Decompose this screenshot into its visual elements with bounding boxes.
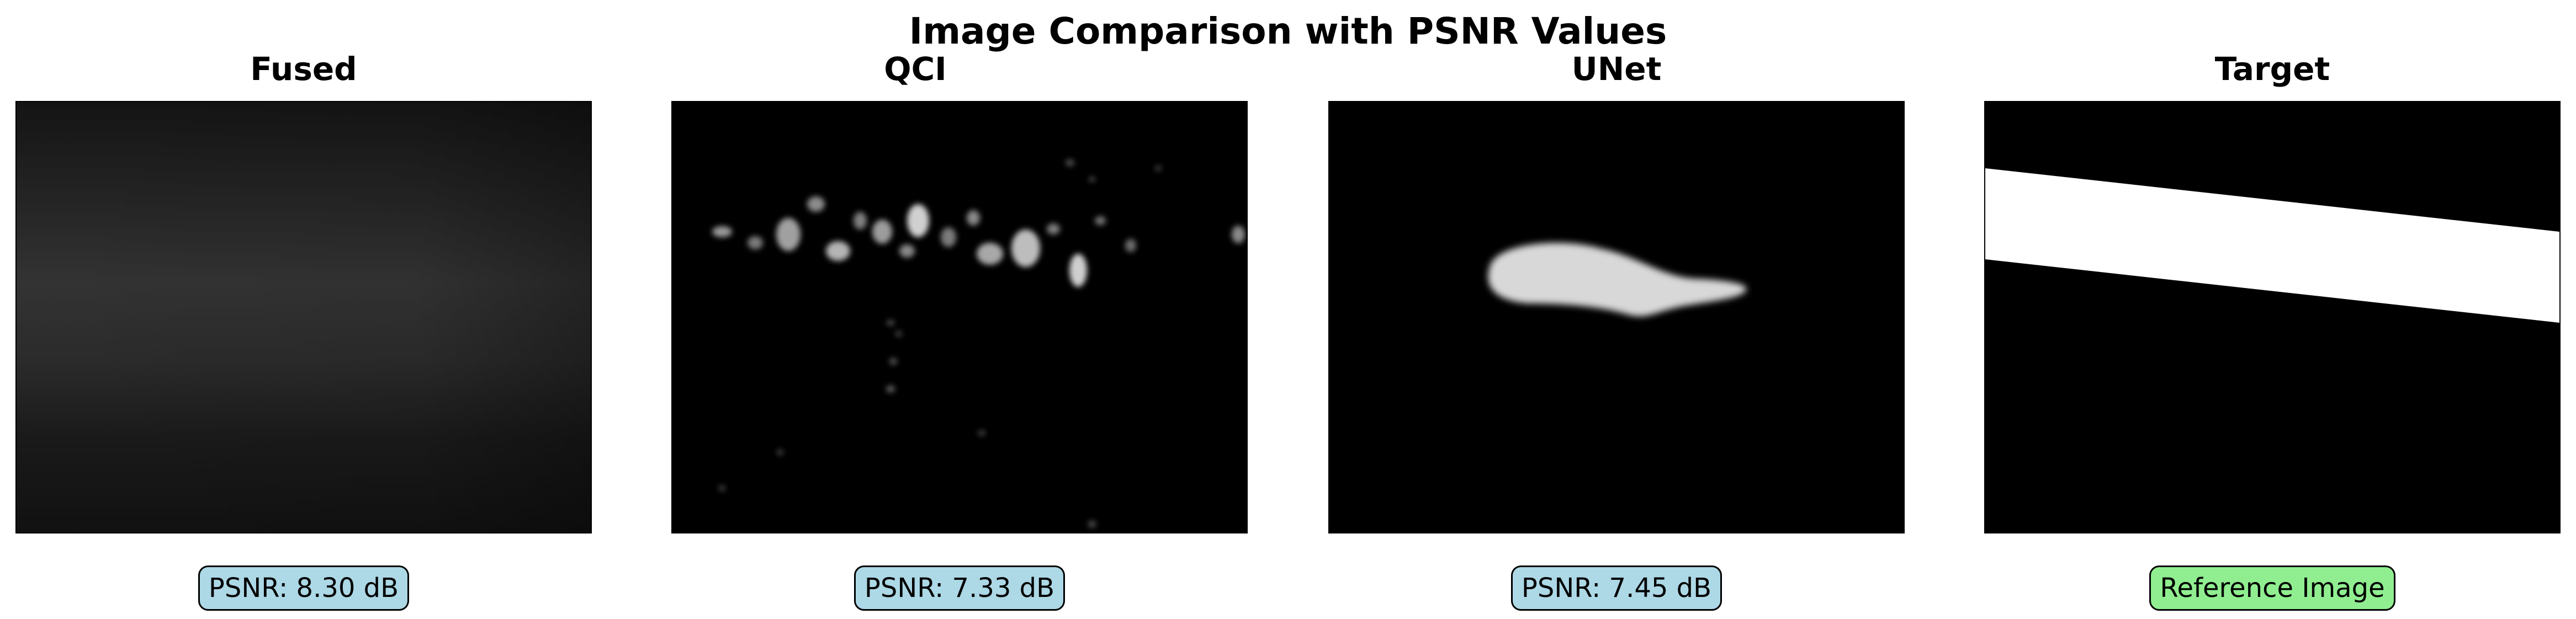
panel-unet: UNet PSNR: 7.45 dB: [1328, 50, 1905, 612]
panel-title: UNet: [1571, 50, 1662, 88]
psnr-badge-fused: PSNR: 8.30 dB: [198, 565, 410, 611]
qci-image: [671, 101, 1248, 533]
figure-title: Image Comparison with PSNR Values: [909, 10, 1667, 52]
reference-badge: Reference Image: [2149, 565, 2395, 611]
panel-title: Target: [2214, 50, 2330, 88]
panel-fused: Fused PSNR: 8.30 dB: [15, 50, 592, 612]
psnr-badge-qci: PSNR: 7.33 dB: [854, 565, 1066, 611]
target-image: [1984, 101, 2561, 533]
psnr-badge-unet: PSNR: 7.45 dB: [1510, 565, 1722, 611]
fused-image: [15, 101, 592, 533]
panel-qci: QCI PSNR: 7.33 dB: [671, 50, 1248, 612]
panel-title: Fused: [250, 50, 357, 88]
panel-title: QCI: [884, 50, 947, 88]
panel-target: Target Reference Image: [1984, 50, 2561, 612]
unet-image: [1328, 101, 1905, 533]
